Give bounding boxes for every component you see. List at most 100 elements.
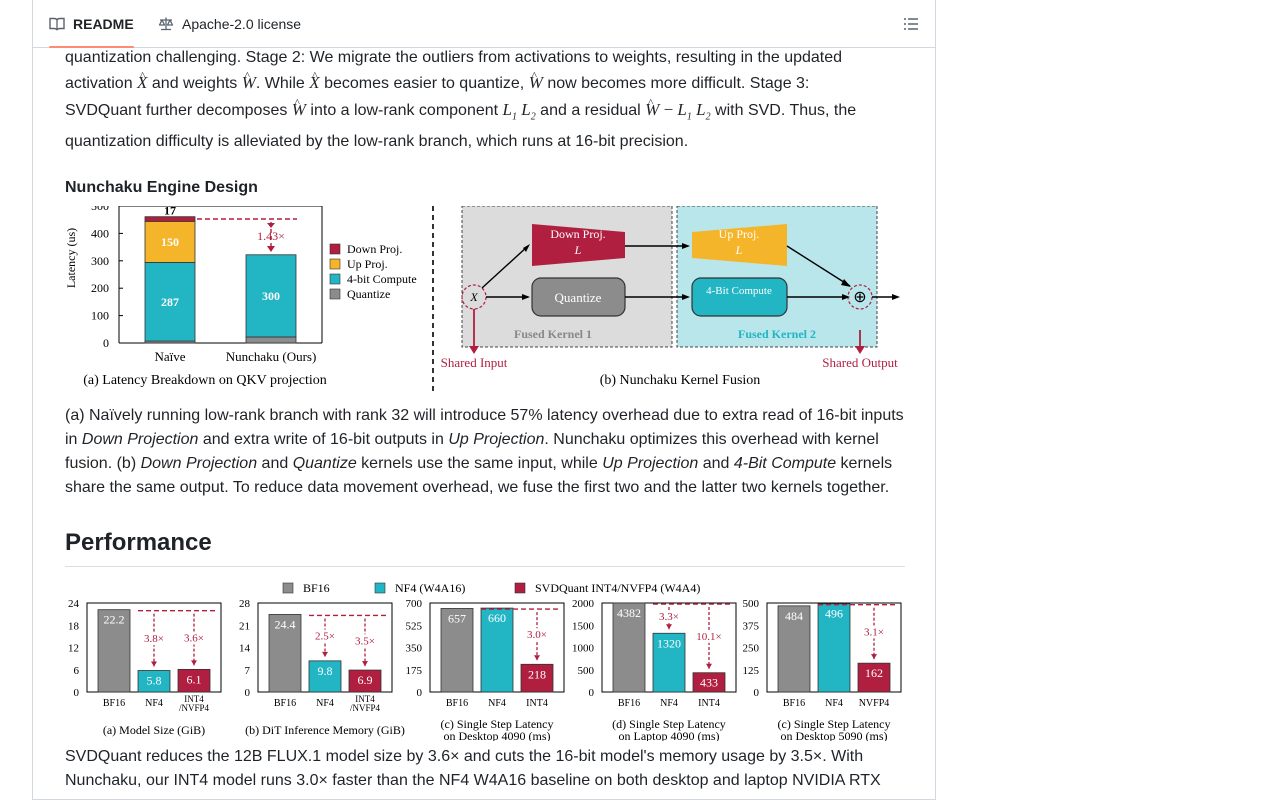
perf-ratio-arrowhead <box>191 660 197 666</box>
perf-bar-value: 4382 <box>617 606 641 620</box>
latency-ytick: 400 <box>91 227 109 241</box>
perf-bar-value: 6.1 <box>187 673 202 687</box>
performance-text: SVDQuant reduces the 12B FLUX.1 model si… <box>65 748 881 790</box>
up-proj-sub: L <box>735 243 743 257</box>
perf-bar-value: 657 <box>448 612 466 626</box>
perf-category: BF16 <box>618 698 640 709</box>
perf-category: BF16 <box>274 698 296 709</box>
fused-kernel-1-label: Fused Kernel 1 <box>514 327 592 341</box>
tab-readme-label: README <box>73 15 134 32</box>
fusion-caption: (b) Nunchaku Kernel Fusion <box>600 373 761 388</box>
math-x-hat: ^ X <box>309 70 320 92</box>
performance-charts: 0 6 12 18 24 22.2 BF16 5.8 NF4 6.1 INT4/NVFP4 3.8× 3… <box>68 598 902 741</box>
perf-ytick: 175 <box>406 665 423 677</box>
tab-license[interactable]: Apache-2.0 license <box>158 0 301 47</box>
shared-input-label: Shared Input <box>441 355 508 370</box>
perf-category: NVFP4 <box>859 698 890 709</box>
perf-ratio-label: 3.6× <box>184 633 204 645</box>
latency-category: Nunchaku (Ours) <box>226 349 317 364</box>
perf-category: INT4 <box>698 698 720 709</box>
perf-ytick: 500 <box>743 598 760 610</box>
performance-heading: Performance <box>65 528 905 568</box>
perf-ytick: 18 <box>68 621 80 633</box>
perf-ytick: 2000 <box>572 598 595 610</box>
perf-ytick: 700 <box>406 598 423 610</box>
input-node-label: X <box>469 290 478 304</box>
perf-ytick: 7 <box>245 665 251 677</box>
intro-line-2: activation ^ X and weights ^ W. While ^ X b… <box>65 70 810 92</box>
perf-ytick: 0 <box>245 687 251 699</box>
perf-bar-value: 6.9 <box>358 673 373 687</box>
law-scale-icon <box>158 17 174 30</box>
perf-category: BF16 <box>446 698 468 709</box>
perf-category: BF16 <box>783 698 805 709</box>
perf-ytick: 21 <box>239 621 250 633</box>
latency-bar-value: 300 <box>262 289 280 303</box>
book-icon <box>49 17 65 31</box>
latency-yticks: 0 100 200 300 400 500 <box>91 206 123 350</box>
perf-category: NF4 <box>316 698 334 709</box>
perf-bar-value: 496 <box>825 607 843 621</box>
latency-ytick: 0 <box>103 336 109 350</box>
perf-ytick: 24 <box>68 598 80 610</box>
latency-bars: 728715017Naïve22300Nunchaku (Ours) <box>144 206 317 364</box>
perf-category: /NVFP4 <box>179 703 210 713</box>
perf-category: NF4 <box>145 698 163 709</box>
perf-ytick: 0 <box>754 687 760 699</box>
legend-svdquant: SVDQuant INT4/NVFP4 (W4A4) <box>535 581 700 595</box>
intro-line-4: quantization difficulty is alleviated by… <box>65 133 689 151</box>
perf-ratio-arrowhead <box>666 624 672 630</box>
perf-chart-title: on Desktop 4090 (ms) <box>444 729 551 741</box>
perf-ratio-label: 3.3× <box>659 612 679 624</box>
legend-down-proj: Down Proj. <box>347 242 402 256</box>
compute-block-label: 4-Bit Compute <box>706 285 772 297</box>
outline-button[interactable] <box>897 12 925 36</box>
intro-line-1: quantization challenging. Stage 2: We mi… <box>65 49 843 66</box>
perf-bar-value: 162 <box>865 667 883 681</box>
perf-ratio-label: 3.5× <box>355 636 375 648</box>
perf-bar-value: 433 <box>700 676 718 690</box>
perf-category: NF4 <box>488 698 506 709</box>
down-proj-label: Down Proj. <box>550 227 605 241</box>
latency-ytick: 200 <box>91 282 109 296</box>
math-residual: ^ W − L1 L2 <box>645 97 711 123</box>
latency-ytick: 100 <box>91 309 109 323</box>
perf-ratio-label: 2.5× <box>315 631 335 643</box>
legend-up-proj: Up Proj. <box>347 257 388 271</box>
tab-readme[interactable]: README <box>49 0 134 48</box>
perf-bar-value: 22.2 <box>104 613 125 627</box>
latency-ytick: 500 <box>91 206 109 213</box>
perf-ratio-arrowhead <box>151 661 157 667</box>
latency-legend: Down Proj. Up Proj. 4-bit Compute Quanti… <box>329 242 417 301</box>
legend-bf16: BF16 <box>303 581 330 595</box>
perf-chart: 0714212824.4BF169.8NF46.9INT4/NVFP42.5× 3… <box>239 598 405 737</box>
latency-bar-value: 287 <box>161 295 179 309</box>
perf-chart-title: (b) DiT Inference Memory (GiB) <box>245 723 405 737</box>
perf-ytick: 0 <box>74 687 80 699</box>
perf-ytick: 1500 <box>572 621 595 633</box>
perf-ytick: 6 <box>74 665 80 677</box>
perf-ytick: 0 <box>589 687 595 699</box>
latency-category: Naïve <box>154 349 185 364</box>
add-icon: ⊕ <box>853 289 866 306</box>
perf-category: /NVFP4 <box>350 703 381 713</box>
perf-chart: 0125250375500484BF16496NF4162NVFP43.1×(c… <box>743 598 902 741</box>
legend-quantize: Quantize <box>347 287 390 301</box>
perf-ytick: 125 <box>743 665 760 677</box>
legend-compute: 4-bit Compute <box>347 272 417 286</box>
perf-ratio-arrowhead <box>362 661 368 667</box>
perf-ratio-label: 3.1× <box>864 627 884 639</box>
engine-figure: Latency (us) 0100200300400500 728715017N… <box>65 206 900 393</box>
perf-ytick: 500 <box>578 665 595 677</box>
perf-ratio-arrowhead <box>871 654 877 660</box>
perf-chart: 0175350525700657BF16660NF4218INT43.0×(c)… <box>406 598 565 741</box>
readme-content: quantization challenging. Stage 2: We mi… <box>65 44 905 793</box>
perf-ratio-label: 10.1× <box>696 631 721 643</box>
perf-ratio-label: 3.0× <box>527 630 547 642</box>
latency-bar-value: 150 <box>161 235 179 249</box>
latency-bar-value: 17 <box>164 206 176 218</box>
ratio-label: 1.43× <box>257 229 285 243</box>
perf-bar-value: 218 <box>528 668 546 682</box>
perf-bar-value: 1320 <box>657 637 681 651</box>
perf-bar-value: 660 <box>488 611 506 625</box>
